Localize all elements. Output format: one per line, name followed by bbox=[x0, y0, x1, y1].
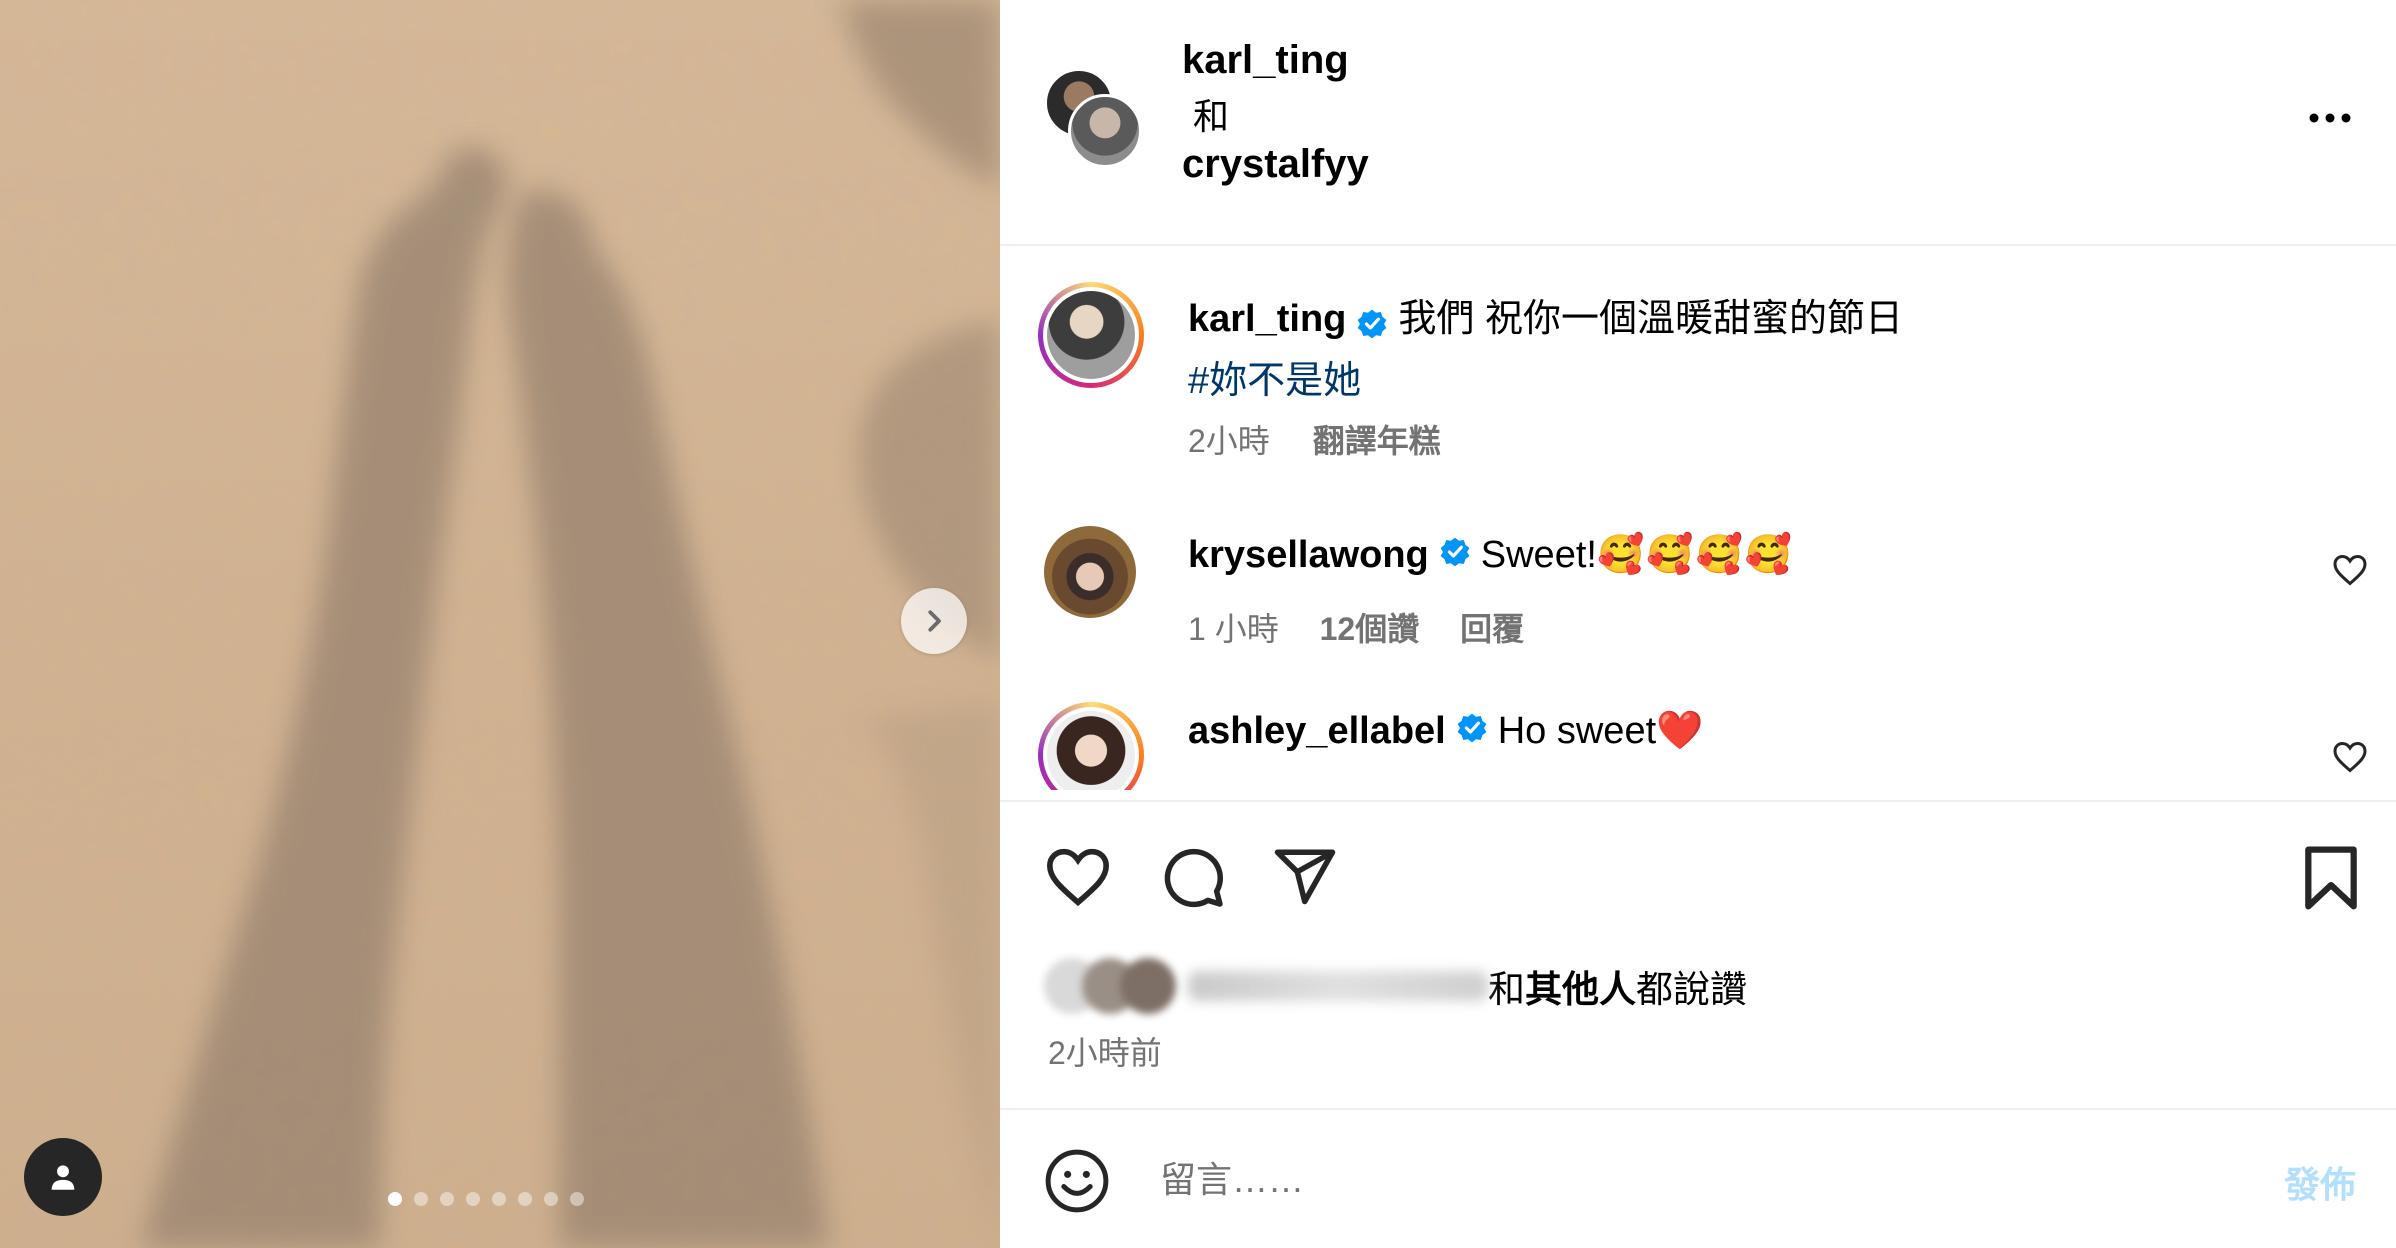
caption-meta: 2小時 翻譯年糕 bbox=[1188, 416, 1441, 462]
carousel-dot bbox=[440, 1192, 454, 1206]
comment-input[interactable] bbox=[1158, 1152, 2162, 1208]
collab-avatars[interactable] bbox=[1044, 68, 1142, 168]
avatar bbox=[1047, 291, 1135, 379]
post-actions: 和其他人都說讚 2小時前 bbox=[1000, 800, 2396, 1110]
carousel-dot bbox=[570, 1192, 584, 1206]
caption-username[interactable]: karl_ting bbox=[1188, 298, 1346, 340]
next-photo-button[interactable] bbox=[901, 588, 967, 654]
caption-time: 2小時 bbox=[1188, 423, 1270, 459]
post-details-panel: karl_ting 和 crystalfyy karl_ting 我們 祝你一個溫… bbox=[1000, 0, 2396, 1248]
comment-time: 1 小時 bbox=[1188, 611, 1279, 647]
verified-badge-icon bbox=[1440, 537, 1470, 567]
post-photo bbox=[0, 0, 1000, 1248]
verified-badge-icon bbox=[1357, 309, 1387, 339]
comment-composer: 發佈 bbox=[1000, 1108, 2396, 1248]
comment-avatar-krysellawong[interactable] bbox=[1044, 526, 1136, 618]
comment-1: krysellawong Sweet! 🥰🥰🥰🥰 bbox=[1188, 528, 1794, 582]
liker-name-blurred bbox=[1188, 971, 1488, 1001]
carousel-dot bbox=[544, 1192, 558, 1206]
like-comment-heart-icon[interactable] bbox=[2332, 740, 2368, 774]
carousel-dot bbox=[518, 1192, 532, 1206]
carousel-dot bbox=[388, 1192, 402, 1206]
header-and: 和 bbox=[1193, 96, 1230, 137]
comment-emoji: ❤️ bbox=[1656, 710, 1704, 752]
comment-2: ashley_ellabel Ho sweet ❤️ bbox=[1188, 704, 1703, 758]
tagged-users-button[interactable] bbox=[24, 1138, 102, 1216]
comment-username[interactable]: krysellawong bbox=[1188, 528, 1429, 582]
caption-text: 我們 祝你一個溫暖甜蜜的節日 bbox=[1398, 298, 1903, 340]
verified-badge-icon bbox=[1457, 713, 1487, 743]
liker-avatar bbox=[1120, 958, 1176, 1014]
comment-emoji: 🥰🥰🥰🥰 bbox=[1596, 534, 1795, 576]
reply-button[interactable]: 回覆 bbox=[1460, 611, 1524, 647]
sand-shadow-image bbox=[0, 0, 1000, 1248]
comment-bubble-icon[interactable] bbox=[1160, 844, 1226, 910]
share-send-icon[interactable] bbox=[1272, 844, 1338, 910]
likes-summary[interactable]: 和其他人都說讚 bbox=[1044, 958, 1747, 1014]
chevron-right-icon bbox=[928, 610, 941, 632]
carousel-dot bbox=[492, 1192, 506, 1206]
post-timestamp: 2小時前 bbox=[1048, 1035, 1162, 1071]
header-username-2[interactable]: crystalfyy bbox=[1182, 142, 1369, 187]
person-icon bbox=[51, 1165, 75, 1190]
save-bookmark-icon[interactable] bbox=[2302, 844, 2360, 912]
like-heart-icon[interactable] bbox=[1044, 846, 1112, 908]
translate-button[interactable]: 翻譯年糕 bbox=[1313, 423, 1441, 459]
caption: karl_ting 我們 祝你一個溫暖甜蜜的節日 #妳不是她 bbox=[1188, 292, 2288, 416]
avatar-crystalfyy bbox=[1068, 94, 1142, 168]
comment-2-row: ashley_ellabel Ho sweet ❤️ bbox=[1000, 690, 2396, 790]
comment-1-meta: 1 小時 12個讚 回覆 bbox=[1188, 604, 1524, 650]
likes-text: 和其他人都說讚 bbox=[1488, 969, 1747, 1010]
carousel-dot bbox=[466, 1192, 480, 1206]
carousel-indicator bbox=[388, 1192, 584, 1206]
emoji-smiley-icon[interactable] bbox=[1044, 1148, 1110, 1214]
comment-username[interactable]: ashley_ellabel bbox=[1188, 704, 1446, 758]
comment-text: Sweet! bbox=[1480, 534, 1597, 576]
caption-hashtag[interactable]: #妳不是她 bbox=[1188, 360, 1361, 402]
comment-likes[interactable]: 12個讚 bbox=[1320, 611, 1420, 647]
like-comment-heart-icon[interactable] bbox=[2332, 553, 2368, 587]
post-comment-button[interactable]: 發佈 bbox=[2284, 1156, 2356, 1208]
post-header: karl_ting 和 crystalfyy bbox=[1000, 0, 2396, 246]
avatar bbox=[1047, 711, 1135, 790]
more-options-icon[interactable] bbox=[2306, 100, 2354, 136]
comment-avatar-ashley-ellabel[interactable] bbox=[1038, 702, 1144, 790]
header-username-1[interactable]: karl_ting bbox=[1182, 38, 1349, 83]
comment-text: Ho sweet bbox=[1497, 710, 1657, 752]
caption-avatar[interactable] bbox=[1038, 282, 1144, 388]
carousel-dot bbox=[414, 1192, 428, 1206]
